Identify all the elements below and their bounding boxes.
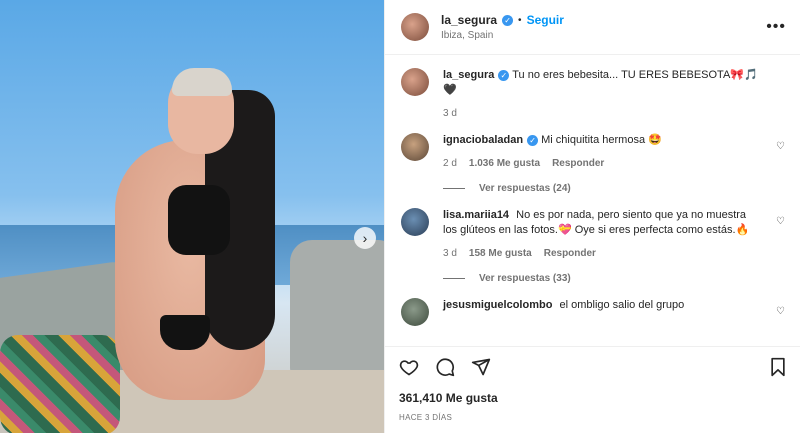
separator-dot: •: [518, 14, 522, 26]
more-options-icon[interactable]: •••: [766, 18, 786, 36]
comment-text: Mi chiquitita hermosa 🤩: [541, 134, 662, 146]
view-replies[interactable]: Ver respuestas (33): [443, 273, 785, 284]
heart-icon[interactable]: ♡: [776, 141, 785, 152]
chevron-right-icon[interactable]: ›: [354, 227, 376, 249]
comment-time[interactable]: 3 d: [443, 246, 457, 261]
bikini-top: [168, 185, 230, 255]
avatar[interactable]: [401, 133, 429, 161]
caption-time[interactable]: 3 d: [443, 106, 457, 121]
caption: la_segura ✓ Tu no eres bebesita... TU ERE…: [401, 68, 785, 121]
comment-time[interactable]: 2 d: [443, 156, 457, 171]
caption-username[interactable]: la_segura: [443, 69, 494, 81]
heart-icon[interactable]: ♡: [776, 216, 785, 227]
avatar[interactable]: [401, 68, 429, 96]
post-panel: la_segura ✓ • Seguir Ibiza, Spain ••• la…: [384, 0, 800, 433]
comment-likes[interactable]: 158 Me gusta: [469, 246, 532, 261]
action-bar: 361,410 Me gusta HACE 3 DÍAS: [385, 346, 800, 422]
bookmark-icon[interactable]: [769, 357, 787, 380]
view-replies-label[interactable]: Ver respuestas (24): [479, 183, 571, 194]
avatar[interactable]: [401, 13, 429, 41]
comment-username[interactable]: ignaciobaladan: [443, 134, 523, 146]
view-replies-label[interactable]: Ver respuestas (33): [479, 273, 571, 284]
verified-badge-icon: ✓: [498, 70, 510, 81]
post-location[interactable]: Ibiza, Spain: [441, 30, 766, 41]
replies-line: [443, 278, 465, 279]
comment-icon[interactable]: [435, 357, 455, 380]
heart-icon[interactable]: [399, 357, 419, 380]
comment-text: el ombligo salio del grupo: [559, 299, 685, 311]
avatar[interactable]: [401, 298, 429, 326]
comment: lisa.mariia14 No es por nada, pero sient…: [401, 208, 785, 261]
reply-button[interactable]: Responder: [552, 156, 604, 171]
post-media[interactable]: ›: [0, 0, 384, 433]
bikini-bottom: [160, 315, 210, 350]
likes-count[interactable]: 361,410 Me gusta: [399, 391, 787, 405]
post-timestamp: HACE 3 DÍAS: [399, 413, 453, 422]
comment-username[interactable]: jesusmiguelcolombo: [443, 299, 552, 311]
view-replies[interactable]: Ver respuestas (24): [443, 183, 785, 194]
post-username[interactable]: la_segura: [441, 13, 497, 27]
replies-line: [443, 188, 465, 189]
comments-list[interactable]: la_segura ✓ Tu no eres bebesita... TU ERE…: [385, 56, 800, 346]
comment: ignaciobaladan ✓ Mi chiquitita hermosa 🤩 …: [401, 133, 785, 171]
reply-button[interactable]: Responder: [544, 246, 596, 261]
patterned-pillow: [0, 335, 120, 433]
person-headscarf: [172, 68, 232, 96]
comment-username[interactable]: lisa.mariia14: [443, 209, 509, 221]
follow-button[interactable]: Seguir: [527, 13, 564, 27]
avatar[interactable]: [401, 208, 429, 236]
verified-badge-icon: ✓: [527, 135, 539, 146]
comment: jesusmiguelcolombo el ombligo salio del …: [401, 298, 785, 326]
share-icon[interactable]: [471, 357, 491, 380]
post-header: la_segura ✓ • Seguir Ibiza, Spain •••: [385, 0, 800, 55]
verified-badge-icon: ✓: [502, 14, 514, 26]
cushion-right: [290, 240, 384, 390]
comment-likes[interactable]: 1.036 Me gusta: [469, 156, 540, 171]
heart-icon[interactable]: ♡: [776, 306, 785, 317]
